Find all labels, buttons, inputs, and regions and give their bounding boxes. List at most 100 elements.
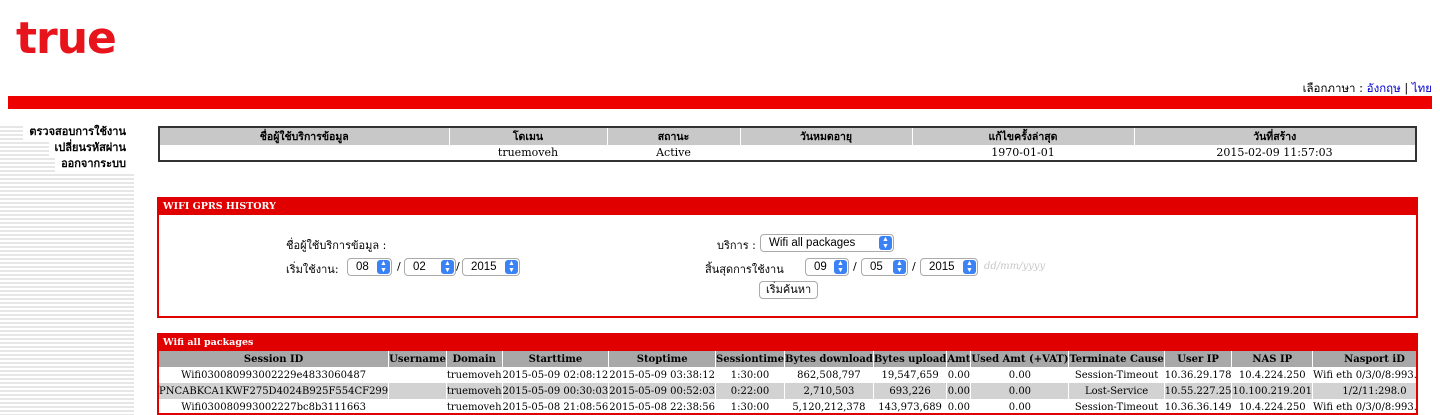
- sidebar: ตรวจสอบการใช้งาน เปลี่ยนรหัสผ่าน ออกจากร…: [0, 124, 134, 415]
- table-cell: Session-Timeout: [1068, 367, 1165, 383]
- chevron-updown-icon: ▲ ▼: [893, 260, 906, 274]
- account-status: Active: [656, 146, 691, 159]
- table-cell: 143,973,689: [873, 399, 948, 413]
- table-cell: truemoveh: [446, 383, 503, 399]
- date-separator: /: [456, 260, 460, 273]
- table-cell: 10.36.36.149: [1164, 399, 1233, 413]
- service-select[interactable]: Wifi all packages ▲ ▼: [760, 234, 894, 252]
- sidebar-item-change-password[interactable]: เปลี่ยนรหัสผ่าน: [48, 140, 134, 156]
- table-cell: 0.00: [946, 399, 972, 413]
- table-row: Wifi030080993002229e4833060487 truemoveh…: [159, 367, 1416, 383]
- table-cell: 2015-05-09 02:08:12: [502, 367, 610, 383]
- username-label: ชื่อผู้ใช้บริการข้อมูล :: [286, 239, 387, 252]
- table-cell: PNCABKCA1KWF275D4024B925F554CF299: [159, 383, 390, 399]
- chevron-updown-icon: ▲ ▼: [377, 260, 390, 274]
- account-expiry: [740, 145, 912, 161]
- table-cell: truemoveh: [446, 367, 503, 383]
- table-cell: 693,226: [873, 383, 948, 399]
- chevron-updown-icon: ▲ ▼: [505, 260, 518, 274]
- account-header-row: ชื่อผู้ใช้บริการข้อมูล โดเมน สถานะ วันหม…: [159, 127, 1417, 145]
- table-cell: 1:30:00: [715, 367, 785, 383]
- results-panel-title: Wifi all packages: [159, 335, 1416, 351]
- results-header-row: Session ID Username Domain Starttime Sto…: [159, 351, 1416, 367]
- table-cell: 1/2/11:298.0: [1312, 383, 1416, 399]
- end-year-select[interactable]: 2015 ▲ ▼: [920, 258, 978, 276]
- col-bytes-upload: Bytes upload: [873, 351, 948, 367]
- date-separator: /: [912, 260, 916, 273]
- table-cell: Wifi030080993002227bc8b3111663: [159, 399, 390, 413]
- col-last-modified: แก้ไขครั้งล่าสุด: [912, 127, 1135, 145]
- col-bytes-download: Bytes download: [784, 351, 874, 367]
- history-panel-title: WIFI GPRS HISTORY: [159, 199, 1416, 215]
- table-cell: [388, 399, 447, 413]
- table-cell: 0:22:00: [715, 383, 785, 399]
- table-cell: 2015-05-09 00:30:03: [502, 383, 610, 399]
- account-info-table: ชื่อผู้ใช้บริการข้อมูล โดเมน สถานะ วันหม…: [158, 126, 1417, 162]
- search-button[interactable]: เริ่มค้นหา: [759, 281, 819, 299]
- end-month-select[interactable]: 05 ▲ ▼: [861, 258, 908, 276]
- col-domain: Domain: [446, 351, 503, 367]
- col-terminate-cause: Terminate Cause: [1068, 351, 1165, 367]
- results-table: Session ID Username Domain Starttime Sto…: [159, 351, 1416, 413]
- table-cell: 0.00: [970, 367, 1070, 383]
- col-username: Username: [388, 351, 447, 367]
- table-row: Wifi030080993002227bc8b3111663 truemoveh…: [159, 399, 1416, 413]
- results-panel: Wifi all packages Session ID Username Do…: [157, 333, 1418, 415]
- table-cell: Wifi eth 0/3/0/8:993.222: [1312, 399, 1416, 413]
- col-nas-ip: NAS IP: [1231, 351, 1314, 367]
- col-domain: โดเมน: [449, 127, 608, 145]
- start-year-select[interactable]: 2015 ▲ ▼: [462, 258, 520, 276]
- chevron-updown-icon: ▲ ▼: [879, 236, 892, 250]
- col-starttime: Starttime: [502, 351, 610, 367]
- language-english-link[interactable]: อังกฤษ: [1367, 81, 1401, 95]
- table-cell: truemoveh: [446, 399, 503, 413]
- col-expiry: วันหมดอายุ: [740, 127, 913, 145]
- chevron-updown-icon: ▲ ▼: [441, 260, 454, 274]
- table-cell: 0.00: [946, 383, 972, 399]
- header-red-bar: [8, 96, 1432, 109]
- sidebar-item-logout[interactable]: ออกจากระบบ: [55, 156, 134, 172]
- table-cell: Wifi030080993002229e4833060487: [159, 367, 390, 383]
- table-cell: 10.55.227.25: [1164, 383, 1233, 399]
- table-cell: 10.36.29.178: [1164, 367, 1233, 383]
- col-username-data: ชื่อผู้ใช้บริการข้อมูล: [159, 127, 450, 145]
- table-cell: 5,120,212,378: [784, 399, 874, 413]
- col-sessiontime: Sessiontime: [715, 351, 785, 367]
- col-amt: Amt: [946, 351, 972, 367]
- language-separator: |: [1400, 81, 1412, 95]
- account-username: [159, 145, 449, 161]
- chevron-updown-icon: ▲ ▼: [834, 260, 847, 274]
- table-cell: 10.100.219.201: [1231, 383, 1314, 399]
- language-thai-link[interactable]: ไทย: [1412, 81, 1432, 95]
- end-day-select[interactable]: 09 ▲ ▼: [805, 258, 849, 276]
- table-cell: Session-Timeout: [1068, 399, 1165, 413]
- account-created: 2015-02-09 11:57:03: [1216, 146, 1333, 159]
- date-separator: /: [853, 260, 857, 273]
- chevron-updown-icon: ▲ ▼: [963, 260, 976, 274]
- table-cell: 2,710,503: [784, 383, 874, 399]
- account-data-row: truemoveh Active 1970-01-01 2015-02-09 1…: [159, 145, 1416, 161]
- col-session-id: Session ID: [159, 351, 390, 367]
- col-status: สถานะ: [607, 127, 741, 145]
- history-panel: WIFI GPRS HISTORY: [157, 197, 1418, 318]
- col-nasport-id: Nasport iD: [1312, 351, 1416, 367]
- sidebar-item-check-usage[interactable]: ตรวจสอบการใช้งาน: [23, 124, 134, 140]
- service-label: บริการ :: [717, 239, 756, 252]
- start-day-select[interactable]: 08 ▲ ▼: [347, 258, 392, 276]
- table-row: PNCABKCA1KWF275D4024B925F554CF299 truemo…: [159, 383, 1416, 399]
- table-cell: 1:30:00: [715, 399, 785, 413]
- table-cell: 2015-05-09 03:38:12: [608, 367, 717, 383]
- table-cell: 0.00: [946, 367, 972, 383]
- start-date-label: เริ่มใช้งาน:: [286, 263, 339, 276]
- table-cell: 2015-05-08 22:38:56: [608, 399, 717, 413]
- language-label: เลือกภาษา :: [1302, 81, 1367, 95]
- start-month-select[interactable]: 02 ▲ ▼: [404, 258, 456, 276]
- col-user-ip: User IP: [1164, 351, 1233, 367]
- table-cell: 10.4.224.250: [1231, 367, 1314, 383]
- table-cell: Wifi eth 0/3/0/8:993.222: [1312, 367, 1416, 383]
- table-cell: 862,508,797: [784, 367, 874, 383]
- table-cell: [388, 367, 447, 383]
- table-cell: 10.4.224.250: [1231, 399, 1314, 413]
- date-separator: /: [397, 260, 401, 273]
- table-cell: 19,547,659: [873, 367, 948, 383]
